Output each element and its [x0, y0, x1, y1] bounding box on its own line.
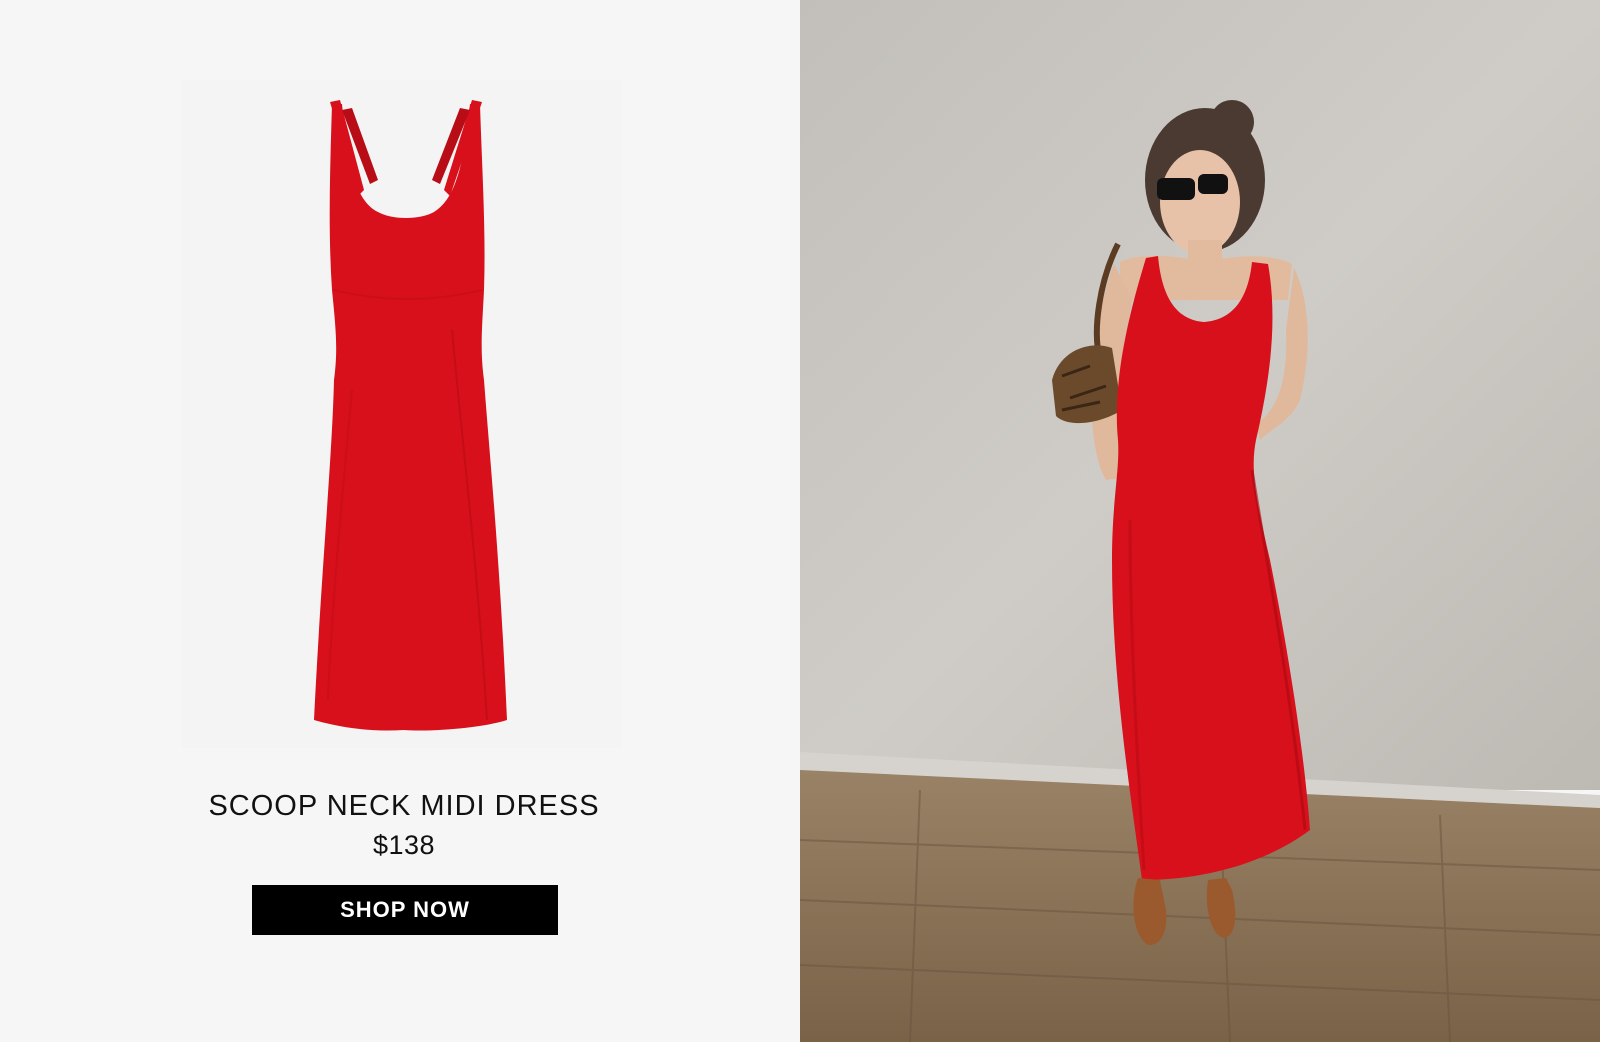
- product-price: $138: [372, 830, 436, 860]
- product-card: SCOOP NECK MIDI DRESS $138 SHOP NOW: [0, 0, 800, 1042]
- shop-now-button[interactable]: SHOP NOW: [252, 885, 558, 935]
- product-title: SCOOP NECK MIDI DRESS: [208, 790, 600, 822]
- product-image[interactable]: [182, 80, 622, 748]
- lifestyle-image: [800, 0, 1600, 1042]
